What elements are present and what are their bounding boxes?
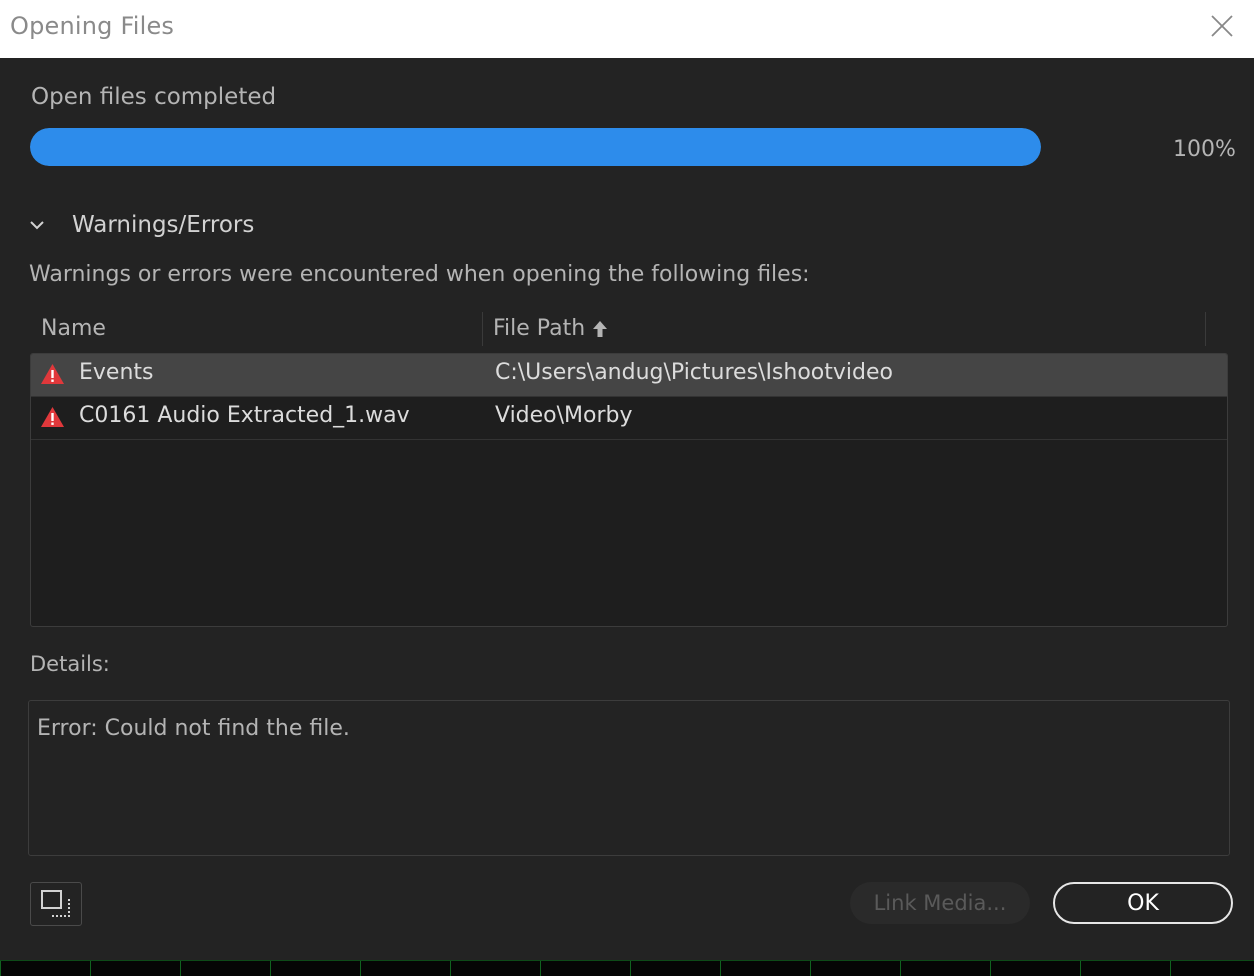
expand-panel-button[interactable] xyxy=(30,882,82,926)
column-header-file-path-label: File Path xyxy=(493,316,586,341)
file-name: C0161 Audio Extracted_1.wav xyxy=(79,403,410,428)
timeline-tick xyxy=(990,961,991,976)
column-header-name[interactable]: Name xyxy=(41,316,106,341)
dialog-title: Opening Files xyxy=(10,12,175,40)
warning-icon xyxy=(41,364,64,384)
column-divider[interactable] xyxy=(1205,312,1206,346)
close-button[interactable] xyxy=(1206,10,1238,42)
files-table: Events C:\Users\andug\Pictures\Ishootvid… xyxy=(30,353,1228,627)
warning-icon xyxy=(41,407,64,427)
progress-percent: 100% xyxy=(1173,137,1236,162)
title-bar: Opening Files xyxy=(0,0,1254,58)
background-timeline-strip xyxy=(0,960,1254,976)
opening-files-dialog: Opening Files Open files completed 100% … xyxy=(0,0,1254,960)
details-panel[interactable]: Error: Could not find the file. xyxy=(28,700,1230,856)
progress-fill xyxy=(30,128,1041,166)
link-media-button[interactable]: Link Media... xyxy=(850,882,1030,924)
progress-status: Open files completed xyxy=(31,84,277,110)
progress-bar xyxy=(30,128,1041,166)
details-text: Error: Could not find the file. xyxy=(37,716,350,741)
timeline-tick xyxy=(720,961,721,976)
column-divider[interactable] xyxy=(482,312,483,346)
timeline-tick xyxy=(90,961,91,976)
file-path: C:\Users\andug\Pictures\Ishootvideo xyxy=(495,360,893,385)
timeline-tick xyxy=(0,961,1,976)
chevron-down-icon xyxy=(30,221,44,230)
timeline-tick xyxy=(360,961,361,976)
file-name: Events xyxy=(79,360,154,385)
timeline-tick xyxy=(180,961,181,976)
ok-button[interactable]: OK xyxy=(1053,882,1233,924)
timeline-tick xyxy=(630,961,631,976)
timeline-tick xyxy=(900,961,901,976)
sort-ascending-icon xyxy=(593,320,608,337)
details-label: Details: xyxy=(30,652,110,676)
close-icon xyxy=(1211,15,1233,37)
timeline-tick xyxy=(1080,961,1081,976)
file-path: Video\Morby xyxy=(495,403,633,428)
timeline-tick xyxy=(270,961,271,976)
timeline-tick xyxy=(810,961,811,976)
table-row[interactable]: Events C:\Users\andug\Pictures\Ishootvid… xyxy=(31,354,1227,397)
section-description: Warnings or errors were encountered when… xyxy=(29,262,810,287)
timeline-tick xyxy=(540,961,541,976)
resize-panel-icon xyxy=(41,890,70,917)
timeline-tick xyxy=(1170,961,1171,976)
warnings-errors-toggle[interactable]: Warnings/Errors xyxy=(26,208,254,242)
section-label: Warnings/Errors xyxy=(72,212,255,238)
column-header-file-path[interactable]: File Path xyxy=(493,316,609,341)
table-row[interactable]: C0161 Audio Extracted_1.wav Video\Morby xyxy=(31,397,1227,440)
timeline-tick xyxy=(450,961,451,976)
